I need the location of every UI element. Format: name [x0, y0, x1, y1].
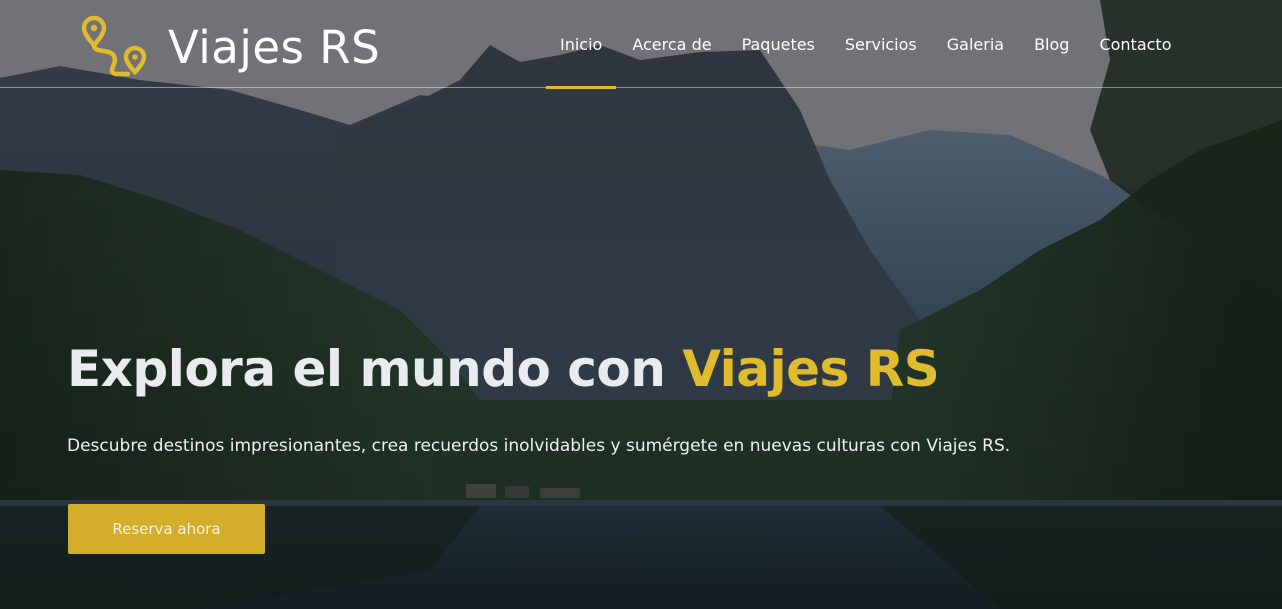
brand[interactable]: Viajes RS [80, 12, 380, 82]
nav-item-acerca-de[interactable]: Acerca de [618, 0, 725, 88]
nav-item-paquetes[interactable]: Paquetes [728, 0, 829, 88]
main-nav: Inicio Acerca de Paquetes Servicios Gale… [546, 0, 1188, 89]
route-pin-icon [81, 15, 147, 77]
brand-name: Viajes RS [168, 20, 381, 74]
nav-item-servicios[interactable]: Servicios [831, 0, 931, 88]
nav-item-blog[interactable]: Blog [1020, 0, 1083, 88]
nav-item-inicio[interactable]: Inicio [546, 0, 617, 89]
nav-item-galeria[interactable]: Galeria [933, 0, 1018, 88]
hero-title-accent: Viajes RS [682, 340, 940, 398]
hero-title-main: Explora el mundo con [67, 340, 683, 398]
nav-item-contacto[interactable]: Contacto [1085, 0, 1185, 88]
hero-section: Viajes RS Inicio Acerca de Paquetes Serv… [0, 0, 1282, 609]
site-header: Viajes RS Inicio Acerca de Paquetes Serv… [0, 0, 1282, 89]
reserve-now-button[interactable]: Reserva ahora [68, 504, 265, 554]
hero-subtitle: Descubre destinos impresionantes, crea r… [67, 436, 1011, 456]
hero-title: Explora el mundo con Viajes RS [67, 340, 940, 398]
